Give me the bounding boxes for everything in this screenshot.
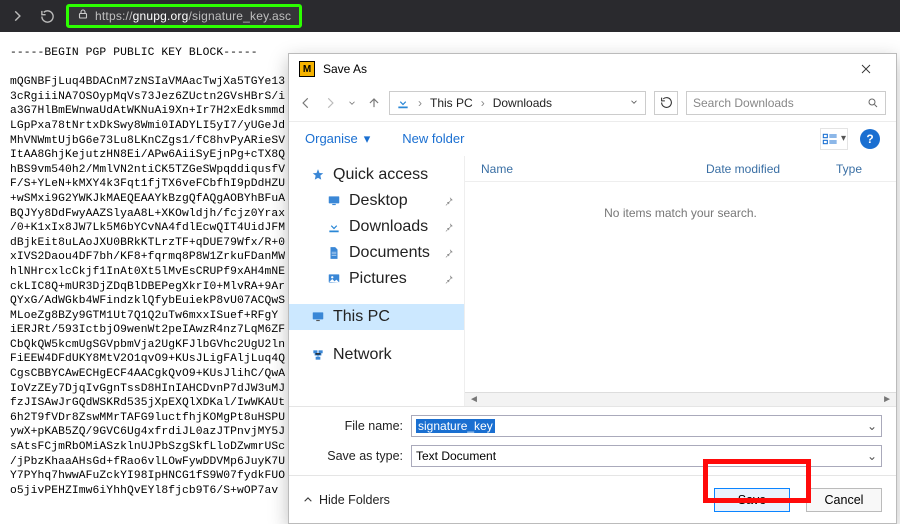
sidebar-item-label: Quick access bbox=[333, 166, 428, 184]
filename-value: signature_key bbox=[416, 419, 495, 433]
sidebar-item-label: This PC bbox=[333, 308, 390, 326]
sidebar-item-network[interactable]: Network bbox=[289, 342, 464, 368]
browser-top-bar: https://gnupg.org/signature_key.asc bbox=[0, 0, 900, 32]
recent-dropdown-icon bbox=[347, 98, 357, 108]
close-button[interactable] bbox=[846, 55, 886, 83]
sidebar-item-desktop[interactable]: Desktop bbox=[289, 188, 464, 214]
back-arrow-icon bbox=[299, 96, 313, 110]
lock-icon bbox=[77, 7, 89, 25]
column-header-name[interactable]: Name bbox=[465, 162, 706, 176]
forward-icon[interactable] bbox=[8, 7, 26, 25]
newfolder-button[interactable]: New folder bbox=[402, 131, 464, 146]
path-seg-downloads[interactable]: Downloads bbox=[493, 96, 552, 110]
chevron-down-icon: ▾ bbox=[841, 133, 846, 144]
sidebar-item-downloads[interactable]: Downloads bbox=[289, 214, 464, 240]
sidebar-item-pictures[interactable]: Pictures bbox=[289, 266, 464, 292]
sidebar-item-label: Downloads bbox=[349, 218, 428, 236]
reload-icon[interactable] bbox=[38, 7, 56, 25]
save-as-dialog: M Save As › This PC › Downloads Search D… bbox=[288, 53, 897, 524]
sidebar-item-label: Desktop bbox=[349, 192, 408, 210]
up-arrow-icon bbox=[367, 96, 381, 110]
file-list-pane: Name Date modified Type No items match y… bbox=[465, 156, 896, 406]
url-text: https://gnupg.org/signature_key.asc bbox=[95, 9, 291, 23]
pin-icon bbox=[444, 274, 454, 284]
chevron-down-icon[interactable]: ⌄ bbox=[867, 419, 877, 433]
sidebar-item-documents[interactable]: Documents bbox=[289, 240, 464, 266]
navigation-pane: Quick access Desktop Downloads Documents… bbox=[289, 156, 465, 406]
star-icon bbox=[311, 168, 325, 182]
search-input[interactable]: Search Downloads bbox=[686, 91, 886, 115]
breadcrumb-path[interactable]: › This PC › Downloads bbox=[389, 91, 646, 115]
empty-state-text: No items match your search. bbox=[465, 182, 896, 392]
scroll-right-icon[interactable]: ► bbox=[882, 394, 892, 405]
pin-icon bbox=[444, 196, 454, 206]
app-icon: M bbox=[299, 61, 315, 77]
pin-icon bbox=[444, 222, 454, 232]
sidebar-item-label: Pictures bbox=[349, 270, 407, 288]
savetype-label: Save as type: bbox=[303, 449, 411, 463]
refresh-button[interactable] bbox=[654, 91, 678, 115]
dialog-titlebar: M Save As bbox=[289, 54, 896, 84]
view-mode-button[interactable]: ▾ bbox=[820, 128, 848, 150]
address-bar[interactable]: https://gnupg.org/signature_key.asc bbox=[66, 4, 302, 28]
pictures-icon bbox=[327, 272, 341, 286]
save-button[interactable]: Save bbox=[714, 488, 790, 512]
column-header-date[interactable]: Date modified bbox=[706, 162, 836, 176]
chevron-down-icon bbox=[303, 495, 313, 505]
column-header-type[interactable]: Type bbox=[836, 162, 896, 176]
cancel-button[interactable]: Cancel bbox=[806, 488, 882, 512]
search-placeholder: Search Downloads bbox=[693, 96, 794, 110]
chevron-down-icon[interactable]: ⌄ bbox=[867, 449, 877, 463]
sidebar-item-thispc[interactable]: This PC bbox=[289, 304, 464, 330]
chevron-down-icon: ▾ bbox=[364, 131, 371, 147]
desktop-icon bbox=[327, 194, 341, 208]
savetype-value: Text Document bbox=[416, 449, 496, 463]
path-dropdown-icon[interactable] bbox=[629, 96, 639, 110]
filename-label: File name: bbox=[303, 419, 411, 433]
pin-icon bbox=[444, 248, 454, 258]
filename-input[interactable]: signature_key ⌄ bbox=[411, 415, 882, 437]
thispc-icon bbox=[311, 310, 325, 324]
chevron-right-icon: › bbox=[418, 96, 422, 110]
downloads-folder-icon bbox=[396, 96, 410, 110]
forward-arrow-icon bbox=[323, 96, 337, 110]
scroll-left-icon[interactable]: ◄ bbox=[469, 394, 479, 405]
organise-menu[interactable]: Organise▾ bbox=[305, 131, 370, 147]
sidebar-item-label: Documents bbox=[349, 244, 430, 262]
search-icon bbox=[867, 97, 879, 109]
sidebar-item-quickaccess[interactable]: Quick access bbox=[289, 162, 464, 188]
sidebar-item-label: Network bbox=[333, 346, 392, 364]
chevron-right-icon: › bbox=[481, 96, 485, 110]
horizontal-scrollbar[interactable]: ◄ ► bbox=[465, 392, 896, 406]
path-nav-arrows[interactable] bbox=[299, 96, 381, 110]
help-button[interactable]: ? bbox=[860, 129, 880, 149]
documents-icon bbox=[327, 246, 341, 260]
savetype-select[interactable]: Text Document ⌄ bbox=[411, 445, 882, 467]
dialog-title: Save As bbox=[323, 62, 367, 76]
hide-folders-toggle[interactable]: Hide Folders bbox=[303, 493, 390, 507]
network-icon bbox=[311, 348, 325, 362]
downloads-icon bbox=[327, 220, 341, 234]
path-seg-thispc[interactable]: This PC bbox=[430, 96, 473, 110]
